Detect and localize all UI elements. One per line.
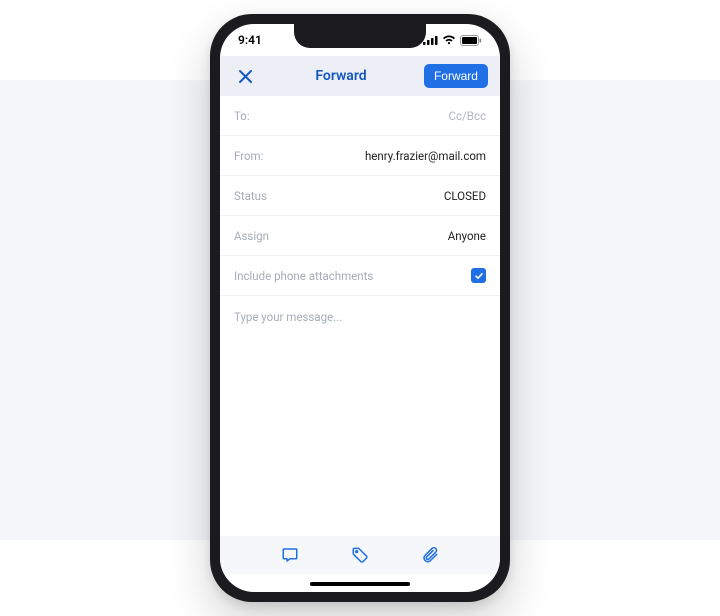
forward-button[interactable]: Forward	[424, 64, 488, 88]
status-value: CLOSED	[444, 189, 486, 203]
from-label: From:	[234, 149, 263, 163]
tag-icon	[351, 546, 369, 564]
phone-frame: 9:41	[210, 14, 510, 602]
close-icon	[238, 69, 253, 84]
nav-bar: Forward Forward	[220, 56, 500, 96]
include-attachments-checkbox[interactable]	[471, 268, 486, 283]
ccbcc-toggle[interactable]: Cc/Bcc	[449, 109, 486, 123]
message-input[interactable]: Type your message...	[220, 296, 500, 338]
to-label: To:	[234, 109, 250, 123]
form-content: To: Cc/Bcc From: henry.frazier@mail.com …	[220, 96, 500, 536]
include-attachments-row[interactable]: Include phone attachments	[220, 256, 500, 296]
battery-icon	[460, 35, 482, 46]
bottom-toolbar	[220, 536, 500, 574]
paperclip-icon	[421, 546, 439, 564]
assign-value: Anyone	[448, 229, 486, 243]
tag-button[interactable]	[349, 544, 371, 566]
from-value: henry.frazier@mail.com	[365, 149, 486, 163]
from-row[interactable]: From: henry.frazier@mail.com	[220, 136, 500, 176]
chat-button[interactable]	[279, 544, 301, 566]
nav-title: Forward	[315, 68, 366, 84]
wifi-icon	[442, 35, 456, 45]
to-row[interactable]: To: Cc/Bcc	[220, 96, 500, 136]
include-attachments-label: Include phone attachments	[234, 269, 373, 283]
close-button[interactable]	[232, 63, 258, 89]
status-label: Status	[234, 189, 267, 203]
phone-notch	[294, 24, 426, 48]
chat-icon	[281, 546, 299, 564]
home-indicator[interactable]	[310, 582, 410, 586]
assign-row[interactable]: Assign Anyone	[220, 216, 500, 256]
check-icon	[474, 271, 484, 281]
status-row[interactable]: Status CLOSED	[220, 176, 500, 216]
phone-screen: 9:41	[220, 24, 500, 592]
attachment-button[interactable]	[419, 544, 441, 566]
status-time: 9:41	[238, 33, 262, 47]
status-indicators	[423, 35, 482, 46]
assign-label: Assign	[234, 229, 269, 243]
